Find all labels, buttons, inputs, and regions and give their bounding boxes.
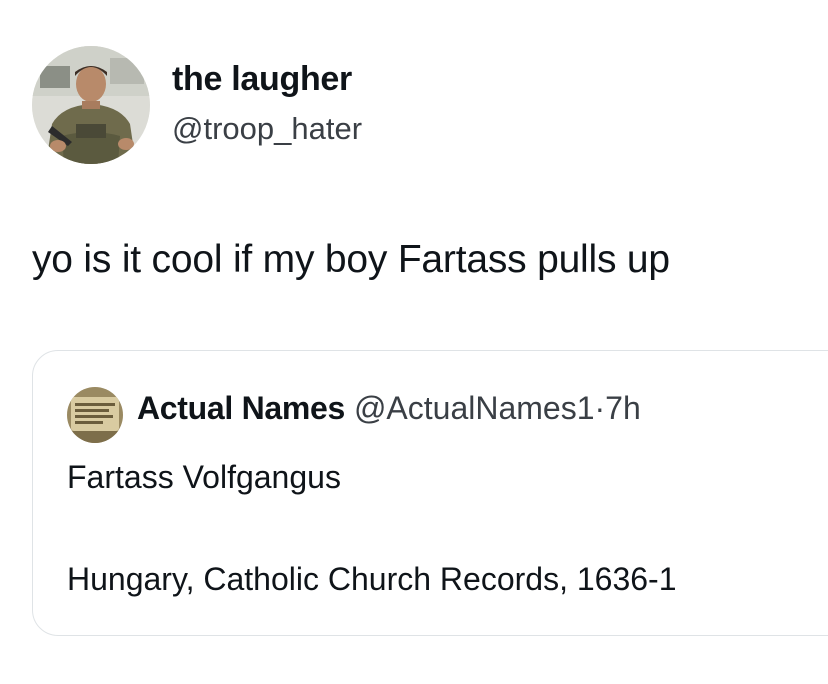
- author-display-name[interactable]: the laugher: [172, 60, 352, 99]
- quoted-tweet-text-line-2: Hungary, Catholic Church Records, 1636-1: [67, 561, 677, 597]
- tweet: the laugher @troop_hater yo is it cool i…: [0, 0, 828, 684]
- document-scroll-avatar-icon[interactable]: [67, 387, 123, 443]
- tweet-text: yo is it cool if my boy Fartass pulls up: [32, 238, 670, 281]
- quoted-author-display-name[interactable]: Actual Names: [137, 390, 345, 426]
- header-separator: ·: [594, 390, 606, 426]
- soldier-photo-avatar-icon[interactable]: [32, 46, 150, 164]
- quoted-tweet-card[interactable]: Actual Names @ActualNames1·7h Fartass Vo…: [32, 350, 828, 636]
- quoted-author-handle[interactable]: @ActualNames1: [354, 390, 595, 426]
- quoted-tweet-timestamp[interactable]: 7h: [605, 390, 641, 426]
- author-handle[interactable]: @troop_hater: [172, 111, 362, 147]
- quoted-tweet-text-line-1: Fartass Volfgangus: [67, 459, 341, 495]
- quoted-tweet-header: Actual Names @ActualNames1·7h: [137, 390, 641, 427]
